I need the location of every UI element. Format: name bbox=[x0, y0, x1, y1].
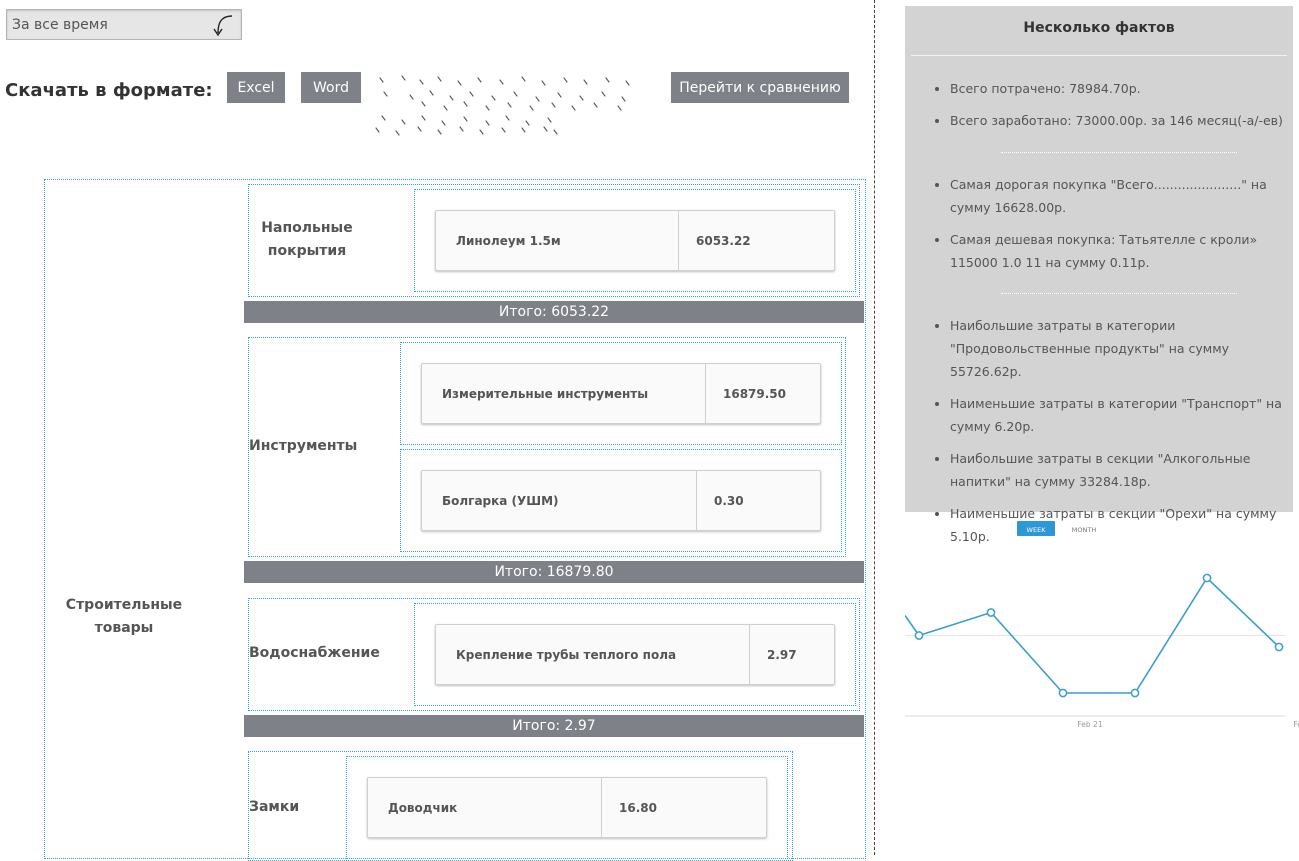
fact-item: Самая дешевая покупка: Татьятелле с крол… bbox=[950, 228, 1293, 274]
chart-point bbox=[914, 631, 924, 640]
item-divider bbox=[601, 778, 602, 837]
chart-grid bbox=[905, 635, 1285, 717]
month-toggle-button[interactable]: MONTH bbox=[1072, 526, 1097, 534]
item-price: 0.30 bbox=[714, 493, 744, 508]
item-name: Линолеум 1.5м bbox=[456, 233, 561, 248]
item-price: 16.80 bbox=[619, 800, 657, 815]
compare-button[interactable]: Перейти к сравнению bbox=[671, 72, 849, 103]
fact-item: Самая дорогая покупка "Всего............… bbox=[950, 173, 1293, 219]
facts-separator bbox=[1001, 152, 1237, 153]
item-name: Доводчик bbox=[388, 800, 458, 815]
subcategory-total: Итого: 2.97 bbox=[244, 715, 864, 737]
fact-item: Наименьшие затраты в категории "Транспор… bbox=[950, 392, 1299, 438]
period-select[interactable]: За все время bbox=[6, 9, 242, 40]
subcategory-label: Инструменты bbox=[249, 438, 358, 454]
facts-title-divider bbox=[911, 55, 1287, 56]
item-name: Болгарка (УШМ) bbox=[442, 493, 559, 508]
item-card[interactable]: Измерительные инструменты 16879.50 bbox=[421, 363, 821, 424]
item-divider bbox=[678, 211, 679, 270]
chart-point bbox=[986, 608, 996, 617]
subcategory-label: Напольные покрытия bbox=[261, 220, 353, 259]
item-price: 2.97 bbox=[767, 647, 797, 662]
item-divider bbox=[696, 471, 697, 530]
excel-download-button[interactable]: Excel bbox=[227, 72, 285, 103]
chart-point bbox=[1130, 688, 1140, 698]
chart-x-tick-label: Feb 21 bbox=[1077, 720, 1102, 729]
word-download-button[interactable]: Word bbox=[301, 72, 361, 103]
dropdown-arrow-icon[interactable] bbox=[209, 13, 235, 43]
item-name: Измерительные инструменты bbox=[442, 386, 649, 401]
item-price: 16879.50 bbox=[723, 386, 787, 401]
fact-item: Наибольшие затраты в категории "Продовол… bbox=[950, 314, 1299, 383]
item-price: 6053.22 bbox=[696, 233, 751, 248]
item-card[interactable]: Крепление трубы теплого пола 2.97 bbox=[435, 624, 835, 685]
subcategory-label: Замки bbox=[249, 799, 300, 815]
download-format-label: Скачать в формате: bbox=[5, 80, 213, 101]
line-chart-svg: WEEK MONTH Feb 21 Feb 24 bbox=[904, 521, 1299, 729]
category-label: Строительные товары bbox=[65, 597, 183, 636]
fact-item: Всего потрачено: 78984.70р. bbox=[950, 77, 1299, 100]
facts-group-purchases: Самая дорогая покупка "Всего............… bbox=[936, 173, 1293, 283]
facts-separator bbox=[1001, 293, 1237, 294]
vertical-divider bbox=[874, 0, 875, 855]
chart-point bbox=[1274, 642, 1284, 652]
subcategory-total: Итого: 16879.80 bbox=[244, 561, 864, 583]
item-divider bbox=[749, 625, 750, 684]
fact-item: Всего заработано: 73000.00р. за 146 меся… bbox=[950, 109, 1299, 132]
fact-item: Наибольшие затраты в секции "Алкогольные… bbox=[950, 447, 1299, 493]
subcategory-total: Итого: 6053.22 bbox=[244, 301, 864, 323]
facts-panel: Несколько фактов Всего потрачено: 78984.… bbox=[905, 6, 1293, 544]
facts-group-totals: Всего потрачено: 78984.70р. Всего зарабо… bbox=[936, 77, 1299, 141]
facts-title: Несколько фактов bbox=[1023, 20, 1175, 36]
spending-chart: WEEK MONTH Feb 21 Feb 24 bbox=[904, 515, 1299, 740]
item-card[interactable]: Линолеум 1.5м 6053.22 bbox=[435, 210, 835, 271]
period-select-value: За все время bbox=[12, 17, 108, 33]
chart-point bbox=[1058, 688, 1068, 698]
week-toggle-label: WEEK bbox=[1027, 526, 1047, 534]
item-name: Крепление трубы теплого пола bbox=[456, 647, 677, 662]
chart-point bbox=[1202, 573, 1212, 583]
subcategory-label: Водоснабжение bbox=[249, 645, 380, 661]
chart-x-ticks: Feb 21 Feb 24 bbox=[1077, 720, 1299, 729]
item-card[interactable]: Доводчик 16.80 bbox=[367, 777, 767, 838]
chart-x-tick-label: Feb 24 bbox=[1293, 720, 1299, 729]
item-card[interactable]: Болгарка (УШМ) 0.30 bbox=[421, 470, 821, 531]
item-divider bbox=[705, 364, 706, 423]
rain-weather-icon bbox=[372, 72, 642, 142]
